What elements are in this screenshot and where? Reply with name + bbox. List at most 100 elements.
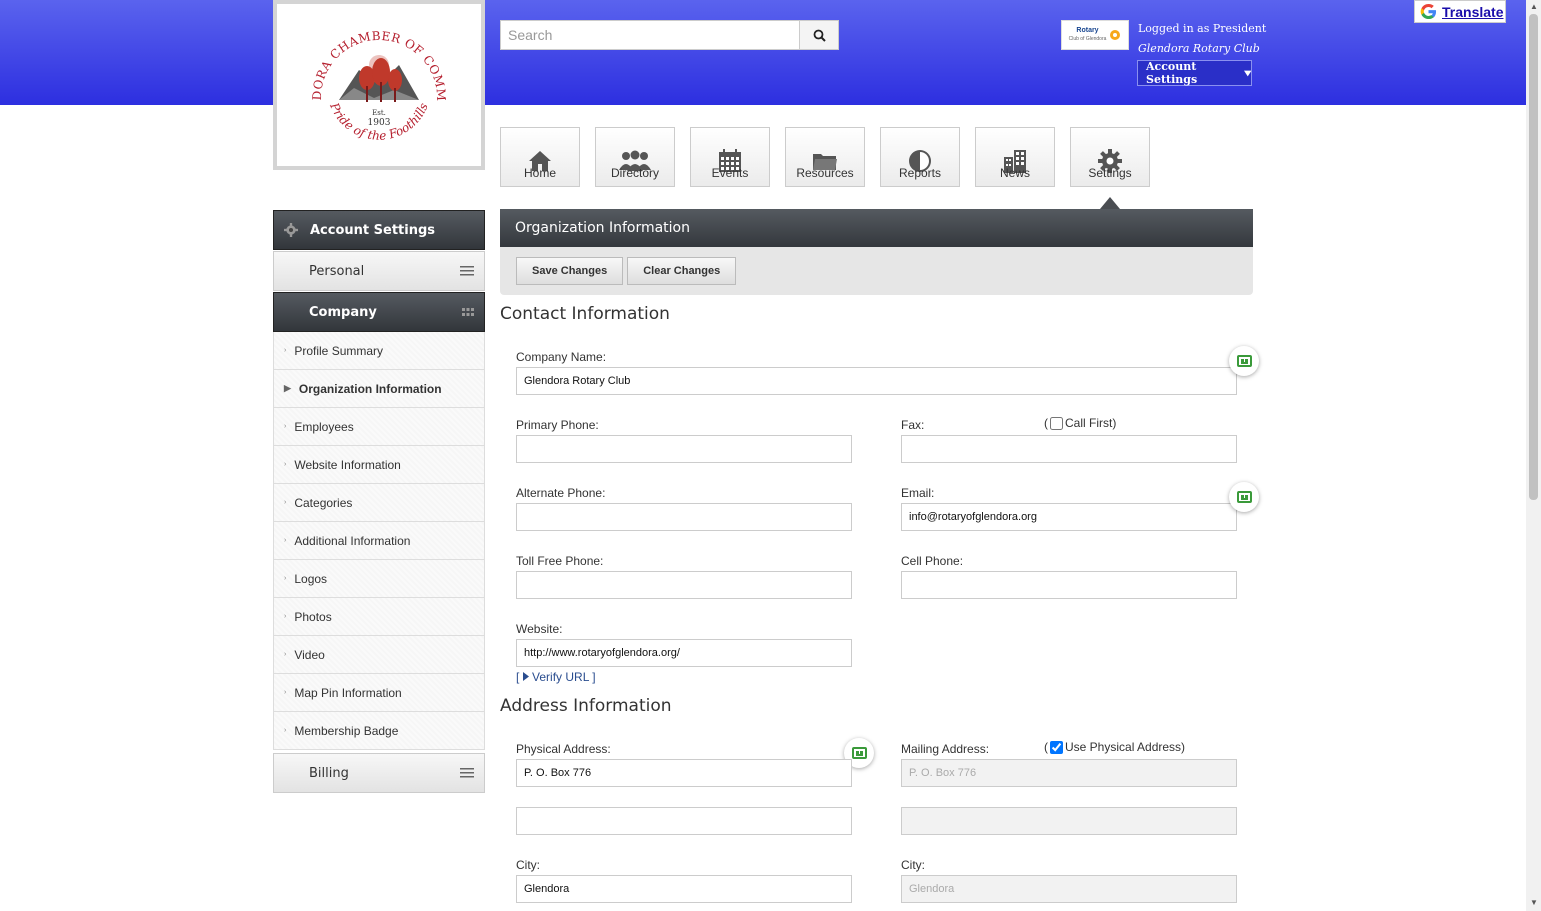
nav-directory-label: Directory [610,166,659,180]
sidebar-item-photos[interactable]: › Photos [274,598,484,636]
call-first-option: ( Call First) [1044,416,1116,430]
panel-title: Organization Information [515,220,690,236]
sidebar-item-profile-summary[interactable]: › Profile Summary [274,332,484,370]
sidebar-item-additional-information[interactable]: › Additional Information [274,522,484,560]
mailing-city-label: City: [901,858,925,872]
sidebar-item-label: Membership Badge [294,723,399,738]
sidebar-item-label: Categories [294,495,353,510]
nav-home-label: Home [523,166,556,180]
use-physical-option: (Use Physical Address) [1044,740,1185,754]
call-first-paren: ( [1044,416,1048,430]
search-bar [500,20,839,50]
nav-events[interactable]: Events [690,127,770,187]
toll-free-field[interactable] [516,571,852,599]
search-button[interactable] [800,20,839,50]
mailing-address-line1-field[interactable] [901,759,1237,787]
use-physical-checkbox[interactable] [1050,740,1063,754]
main-nav: Home Directory Events Resources Reports … [500,127,1150,187]
sidebar-section-company[interactable]: Company [273,292,485,332]
fax-field[interactable] [901,435,1237,463]
vcard-icon [851,747,867,759]
verify-url-close: ] [592,670,596,684]
caret-right-icon [522,672,529,681]
vcard-button-email[interactable] [1229,482,1259,512]
sidebar-item-label: Video [294,647,325,662]
chevron-right-icon: › [284,499,287,506]
nav-directory[interactable]: Directory [595,127,675,187]
caret-right-icon: ▶ [284,383,291,393]
mailing-address-line2-field[interactable] [901,807,1237,835]
website-label: Website: [516,622,563,636]
sidebar-item-employees[interactable]: › Employees [274,408,484,446]
translate-label: Translate [1442,3,1504,20]
call-first-label: Call First) [1065,416,1117,430]
mailing-city-field[interactable] [901,875,1237,903]
sidebar-item-label: Employees [294,419,354,434]
toll-free-label: Toll Free Phone: [516,554,604,568]
primary-phone-field[interactable] [516,435,852,463]
verify-url: [ Verify URL ] [516,670,596,684]
sidebar: Account Settings Personal Company › Profi… [273,210,485,793]
company-name-field[interactable] [516,367,1237,395]
vcard-button-company[interactable] [1229,346,1259,376]
search-input[interactable] [500,20,800,50]
caret-down-icon [1243,70,1251,76]
scroll-thumb[interactable] [1529,14,1538,500]
sidebar-item-label: Organization Information [298,381,442,396]
fax-label: Fax: [901,418,925,432]
nav-settings[interactable]: Settings [1070,127,1150,187]
sidebar-item-map-pin-information[interactable]: › Map Pin Information [274,674,484,712]
clear-changes-button[interactable]: Clear Changes [627,257,737,285]
vcard-icon [1236,355,1252,367]
nav-resources[interactable]: Resources [785,127,865,187]
page-scrollbar[interactable]: ▲ ▼ [1526,0,1541,911]
chevron-right-icon: › [284,423,287,430]
email-field[interactable] [901,503,1237,531]
header-band [0,0,1526,105]
sidebar-item-categories[interactable]: › Categories [274,484,484,522]
chevron-right-icon: › [284,347,287,354]
sidebar-section-billing-label: Billing [309,765,349,781]
sidebar-section-billing[interactable]: Billing [273,753,485,793]
google-icon [1420,3,1437,20]
sidebar-item-membership-badge[interactable]: › Membership Badge [274,712,484,750]
sidebar-section-personal[interactable]: Personal [273,251,485,291]
user-info: Logged in as President Glendora Rotary C… [1138,22,1266,60]
vcard-icon [1236,491,1252,503]
logo-est: Est. [372,109,386,117]
sidebar-item-website-information[interactable]: › Website Information [274,446,484,484]
alternate-phone-label: Alternate Phone: [516,486,606,500]
verify-url-link[interactable]: Verify URL [522,670,589,684]
cell-phone-field[interactable] [901,571,1237,599]
city-field[interactable] [516,875,852,903]
nav-news-label: News [999,166,1030,180]
website-field[interactable] [516,639,852,667]
nav-reports[interactable]: Reports [880,127,960,187]
primary-phone-label: Primary Phone: [516,418,599,432]
panel-toolbar: Save Changes Clear Changes [500,247,1253,295]
sidebar-item-label: Profile Summary [294,343,384,358]
rotary-logo-sub: Club of Glendora [1068,36,1107,42]
account-settings-button[interactable]: Account Settings [1137,60,1252,86]
alternate-phone-field[interactable] [516,503,852,531]
physical-address-line1-field[interactable] [516,759,852,787]
sidebar-item-logos[interactable]: › Logos [274,560,484,598]
sidebar-item-label: Map Pin Information [294,685,402,700]
nav-resources-label: Resources [796,166,854,180]
physical-address-line2-field[interactable] [516,807,852,835]
sidebar-gear-icon [284,223,298,237]
rotary-logo-text: Rotary [1076,27,1099,34]
sidebar-item-organization-information[interactable]: ▶ Organization Information [274,370,484,408]
scroll-down-arrow[interactable]: ▼ [1530,898,1538,907]
scroll-up-arrow[interactable]: ▲ [1530,2,1538,11]
email-label: Email: [901,486,935,500]
call-first-checkbox[interactable] [1050,416,1063,430]
contact-section-title: Contact Information [500,304,670,324]
chamber-logo[interactable]: GLENDORA CHAMBER OF COMMERCE Est. 1903 P… [273,0,485,170]
nav-news[interactable]: News [975,127,1055,187]
logged-in-text: Logged in as President [1138,22,1267,35]
sidebar-item-video[interactable]: › Video [274,636,484,674]
translate-widget[interactable]: Translate [1414,0,1506,23]
save-changes-button[interactable]: Save Changes [516,257,624,285]
nav-home[interactable]: Home [500,127,580,187]
